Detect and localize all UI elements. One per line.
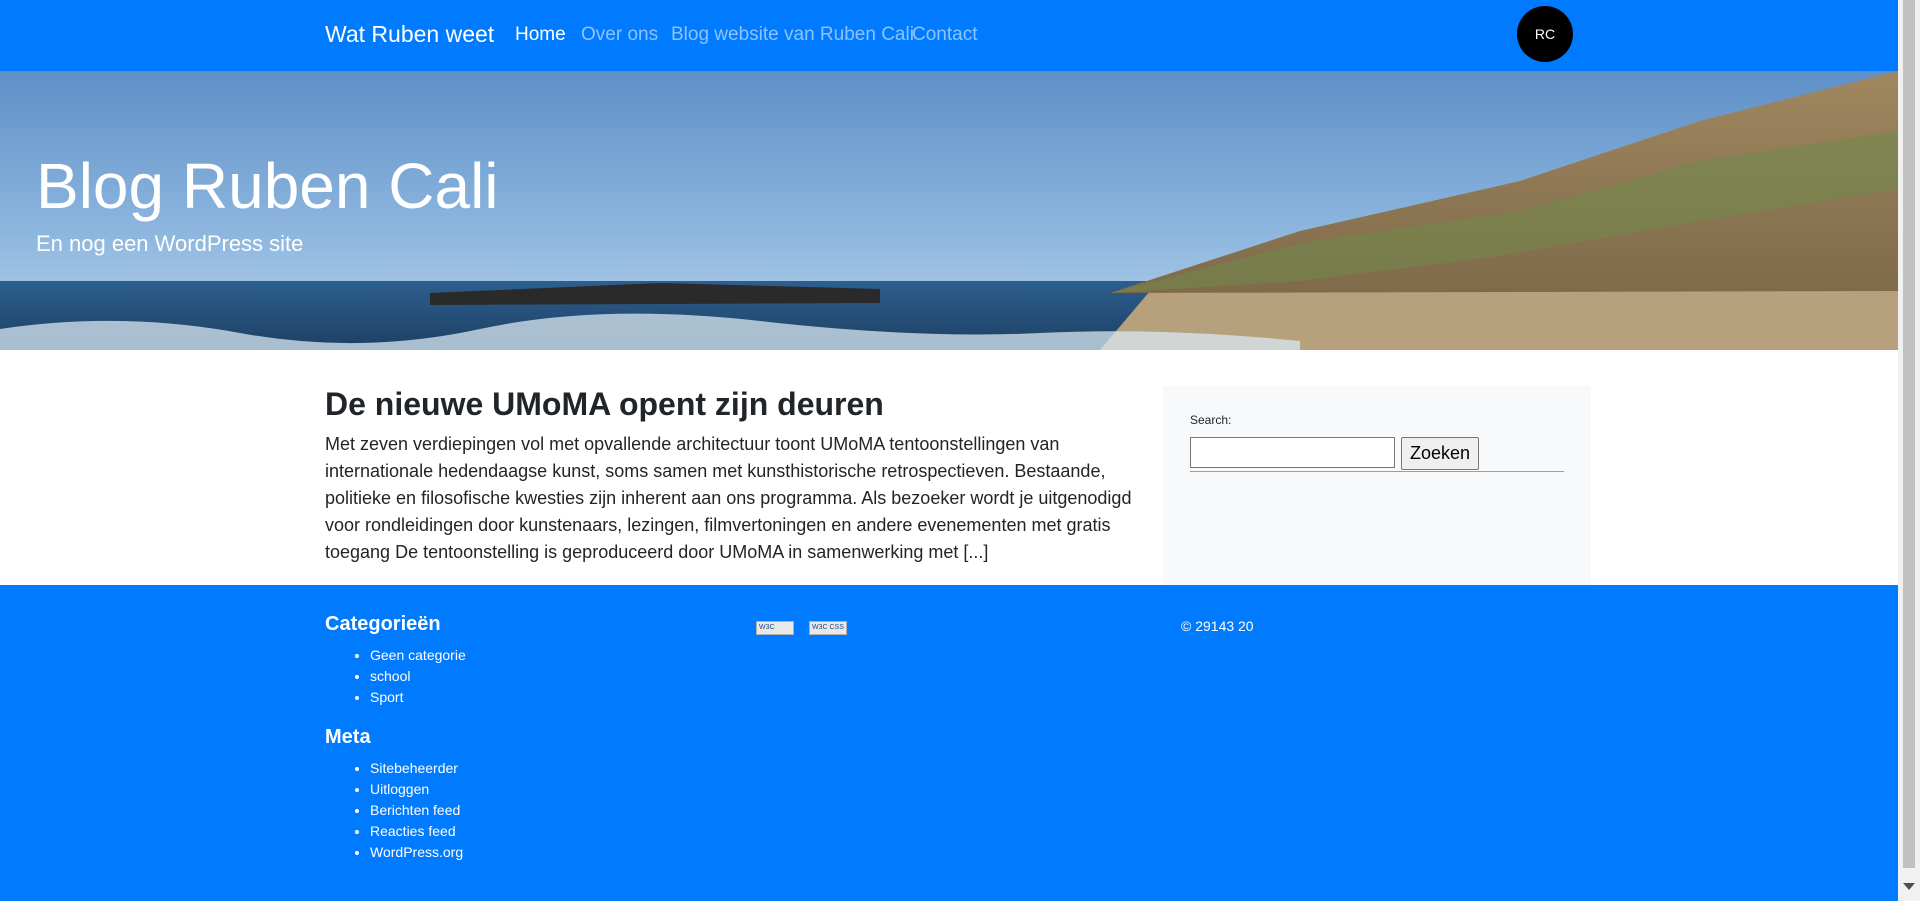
hero-subtitle: En nog een WordPress site (36, 231, 304, 256)
categories-heading: Categorieën (325, 613, 441, 635)
category-link-geen-categorie[interactable]: Geen categorie (370, 645, 466, 666)
w3c-html-badge[interactable]: W3C HTML (756, 621, 794, 635)
search-label: Search: (1190, 413, 1232, 427)
meta-link-berichten-feed[interactable]: Berichten feed (370, 800, 463, 821)
user-avatar[interactable]: RC (1517, 6, 1573, 62)
w3c-css-badge[interactable]: W3C CSS (809, 621, 847, 635)
search-input[interactable] (1190, 437, 1395, 468)
scrollbar-thumb[interactable] (1903, 0, 1915, 868)
search-button[interactable]: Zoeken (1401, 437, 1480, 470)
nav-item-over-ons[interactable]: Over ons (581, 24, 658, 46)
meta-heading: Meta (325, 726, 371, 748)
divider (1190, 471, 1564, 472)
page-scrollbar[interactable] (1898, 0, 1920, 901)
site-brand[interactable]: Wat Ruben weet (325, 21, 494, 48)
site-footer: Categorieën Geen categorie school Sport … (0, 585, 1898, 901)
nav-item-home[interactable]: Home (515, 24, 566, 46)
categories-list: Geen categorie school Sport (325, 645, 466, 708)
sidebar-widget: Search: Zoeken (1163, 386, 1591, 586)
post-title[interactable]: De nieuwe UMoMA opent zijn deuren (325, 386, 884, 423)
meta-link-reacties-feed[interactable]: Reacties feed (370, 821, 463, 842)
nav-item-contact[interactable]: Contact (912, 24, 977, 46)
hero-title: Blog Ruben Cali (36, 150, 499, 222)
category-link-school[interactable]: school (370, 666, 466, 687)
hero-banner: Blog Ruben Cali En nog een WordPress sit… (0, 71, 1898, 350)
nav-item-blog-website[interactable]: Blog website van Ruben Cali (671, 24, 914, 46)
meta-link-wordpress-org[interactable]: WordPress.org (370, 842, 463, 863)
copyright-text: © 29143 20 (1181, 618, 1254, 634)
category-link-sport[interactable]: Sport (370, 687, 466, 708)
scroll-down-arrow-icon[interactable] (1903, 883, 1915, 890)
meta-link-uitloggen[interactable]: Uitloggen (370, 779, 463, 800)
meta-link-sitebeheerder[interactable]: Sitebeheerder (370, 758, 463, 779)
top-navbar: Wat Ruben weet Home Over ons Blog websit… (0, 0, 1898, 71)
meta-list: Sitebeheerder Uitloggen Berichten feed R… (325, 758, 463, 863)
post-excerpt: Met zeven verdiepingen vol met opvallend… (325, 434, 1132, 562)
